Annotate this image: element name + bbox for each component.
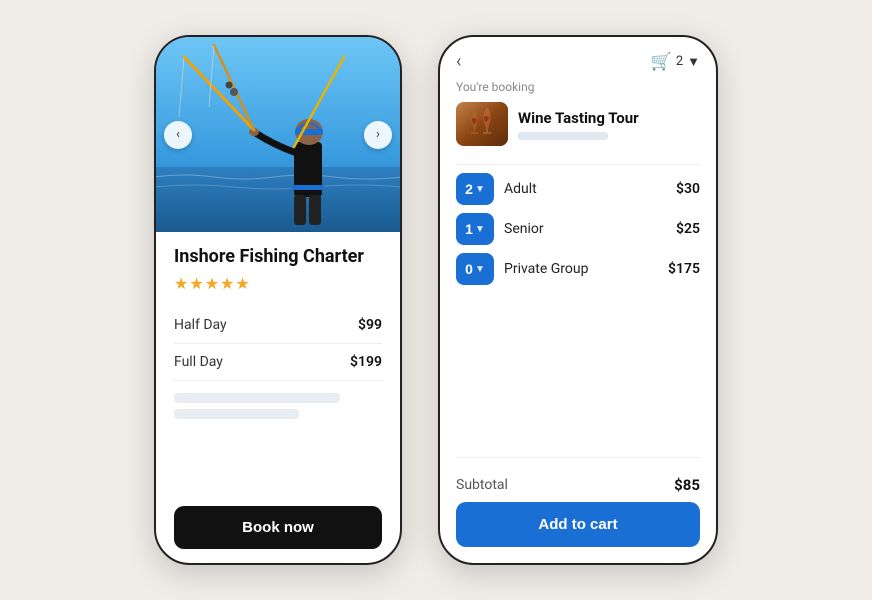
ticket-private-price: $175 (668, 261, 700, 277)
booking-subtitle-skeleton (518, 132, 608, 140)
qty-private-button[interactable]: 0 ▼ (456, 253, 494, 285)
right-phone: ‹ 🛒 2 ▼ You're booking (438, 35, 718, 565)
ticket-row-private: 0 ▼ Private Group $175 (456, 253, 700, 285)
halfday-price: $99 (358, 317, 382, 333)
ticket-row-senior: 1 ▼ Senior $25 (456, 213, 700, 245)
qty-adult-button[interactable]: 2 ▼ (456, 173, 494, 205)
qty-senior-value: 1 (465, 221, 473, 237)
wine-thumbnail-svg (456, 102, 508, 146)
subtotal-label: Subtotal (456, 477, 508, 493)
cart-dropdown-icon: ▼ (687, 54, 700, 70)
ticket-rows: 2 ▼ Adult $30 1 ▼ Senior $25 0 ▼ Private… (440, 173, 716, 449)
ticket-senior-name: Senior (504, 221, 666, 237)
fullday-price: $199 (350, 354, 382, 370)
subtotal-row: Subtotal $85 (440, 466, 716, 502)
skeleton-line-1 (174, 393, 340, 403)
cart-badge[interactable]: 🛒 2 ▼ (651, 52, 700, 72)
skeleton-line-2 (174, 409, 299, 419)
divider-1 (456, 164, 700, 165)
qty-private-caret: ▼ (475, 264, 485, 275)
product-title: Inshore Fishing Charter (174, 246, 382, 268)
left-phone-body: Inshore Fishing Charter ★★★★★ Half Day $… (156, 232, 400, 563)
star-rating: ★★★★★ (174, 274, 382, 293)
subtotal-value: $85 (674, 476, 700, 494)
back-button[interactable]: ‹ (456, 51, 461, 72)
booking-section: You're booking (440, 80, 716, 156)
fullday-label: Full Day (174, 354, 223, 370)
ticket-adult-price: $30 (676, 181, 700, 197)
qty-adult-caret: ▼ (475, 184, 485, 195)
cart-count: 2 (676, 54, 683, 69)
ticket-senior-price: $25 (676, 221, 700, 237)
ticket-private-name: Private Group (504, 261, 658, 277)
skeleton-placeholder (174, 393, 382, 425)
cart-icon: 🛒 (651, 52, 672, 72)
booking-card: Wine Tasting Tour (456, 102, 700, 146)
next-arrow[interactable]: › (364, 121, 392, 149)
booking-label: You're booking (456, 80, 700, 94)
halfday-label: Half Day (174, 317, 227, 333)
price-row-fullday: Full Day $199 (174, 344, 382, 381)
qty-adult-value: 2 (465, 181, 473, 197)
add-to-cart-button[interactable]: Add to cart (456, 502, 700, 547)
divider-2 (456, 457, 700, 458)
qty-senior-caret: ▼ (475, 224, 485, 235)
qty-senior-button[interactable]: 1 ▼ (456, 213, 494, 245)
qty-private-value: 0 (465, 261, 473, 277)
prev-arrow[interactable]: ‹ (164, 121, 192, 149)
left-phone: ‹ › Inshore Fishing Charter ★★★★★ Half D… (154, 35, 402, 565)
ticket-row-adult: 2 ▼ Adult $30 (456, 173, 700, 205)
right-header: ‹ 🛒 2 ▼ (440, 37, 716, 80)
hero-image: ‹ › (156, 37, 400, 232)
book-now-button[interactable]: Book now (174, 506, 382, 549)
price-row-halfday: Half Day $99 (174, 307, 382, 344)
booking-info: Wine Tasting Tour (518, 109, 639, 140)
booking-thumbnail (456, 102, 508, 146)
ticket-adult-name: Adult (504, 181, 666, 197)
booking-title: Wine Tasting Tour (518, 109, 639, 127)
